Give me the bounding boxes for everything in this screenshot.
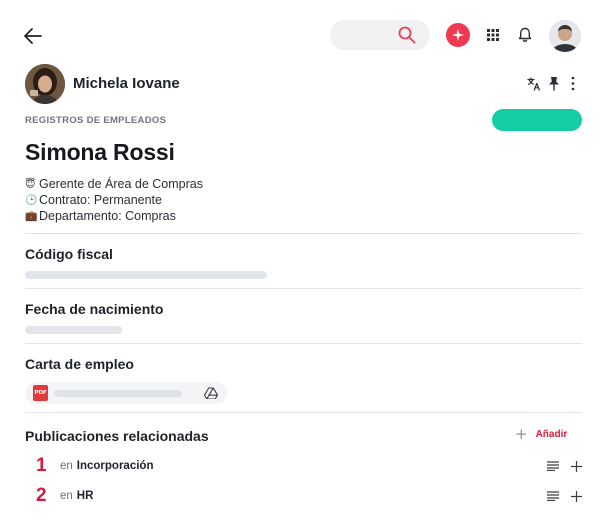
author-avatar[interactable] [25, 64, 65, 104]
list-item[interactable]: 1 en Incorporación [36, 455, 582, 477]
details-button[interactable] [547, 491, 559, 501]
publication-prefix: en [60, 460, 73, 472]
more-options-button[interactable] [570, 76, 576, 91]
divider [25, 343, 582, 344]
lines-icon [547, 491, 559, 501]
translate-button[interactable] [527, 77, 541, 91]
related-publications-title: Publicaciones relacionadas [25, 428, 209, 444]
birth-date-label: Fecha de nacimiento [25, 301, 164, 317]
apps-button[interactable] [486, 28, 500, 42]
add-item-button[interactable] [571, 460, 582, 472]
bell-icon [518, 27, 532, 43]
pin-button[interactable] [548, 76, 560, 91]
avatar [25, 64, 65, 104]
pin-icon [549, 77, 559, 91]
lines-icon [547, 461, 559, 471]
user-avatar[interactable] [549, 20, 581, 52]
ai-assistant-button[interactable] [446, 23, 470, 47]
avatar [549, 20, 581, 52]
search-icon [398, 26, 416, 44]
grid-icon [487, 29, 499, 41]
briefcase-emoji-icon: 💼 [25, 210, 38, 222]
pdf-file-icon: PDF [33, 385, 48, 401]
employment-letter-label: Carta de empleo [25, 356, 134, 372]
author-name[interactable]: Michela Iovane [73, 75, 180, 92]
detail-text: Gerente de Área de Compras [39, 177, 203, 191]
plus-icon [571, 490, 582, 502]
tax-code-label: Código fiscal [25, 246, 113, 262]
back-button[interactable] [20, 24, 46, 48]
detail-contract: 🕒 Contrato: Permanente [25, 193, 162, 207]
detail-text: Departamento: Compras [39, 209, 176, 223]
publication-number: 2 [36, 485, 47, 506]
add-item-button[interactable] [571, 490, 582, 502]
publication-link[interactable]: Incorporación [77, 460, 154, 472]
file-name-placeholder [54, 390, 182, 397]
employment-letter-file[interactable]: PDF [25, 382, 227, 404]
divider [25, 233, 582, 234]
record-category: REGISTROS DE EMPLEADOS [25, 115, 167, 126]
arrow-left-icon [24, 28, 42, 44]
search-input[interactable] [330, 20, 430, 50]
clock-emoji-icon: 🕒 [25, 194, 38, 206]
more-vertical-icon [571, 76, 575, 91]
publication-link[interactable]: HR [77, 490, 94, 502]
sparkle-icon [452, 29, 464, 41]
detail-department: 💼 Departamento: Compras [25, 209, 176, 223]
publication-number: 1 [36, 455, 47, 476]
birth-date-value[interactable] [25, 326, 122, 334]
publication-prefix: en [60, 490, 73, 502]
divider [25, 412, 582, 413]
details-button[interactable] [547, 461, 559, 471]
add-label: Añadir [535, 429, 568, 440]
role-emoji-icon: 😇 [25, 178, 36, 190]
tax-code-value[interactable] [25, 271, 267, 279]
page-title: Simona Rossi [25, 139, 175, 165]
list-item[interactable]: 2 en HR [36, 485, 582, 507]
plus-icon [571, 460, 582, 472]
detail-role: 😇 Gerente de Área de Compras [25, 177, 203, 191]
google-drive-icon[interactable] [204, 387, 218, 399]
detail-text: Contrato: Permanente [39, 193, 162, 207]
status-badge[interactable] [492, 109, 582, 131]
divider [25, 288, 582, 289]
plus-icon: + [515, 425, 528, 443]
notifications-button[interactable] [518, 27, 532, 43]
translate-icon [527, 77, 540, 91]
add-publication-button[interactable]: + Añadir [515, 427, 567, 442]
